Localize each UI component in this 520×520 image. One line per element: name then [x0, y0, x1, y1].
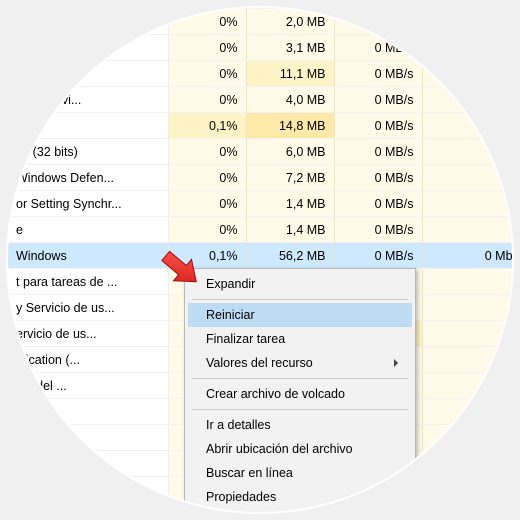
network-cell	[422, 165, 512, 191]
cpu-cell: 0%	[168, 87, 246, 113]
menu-separator	[192, 409, 408, 410]
task-manager-view: 0%2,0 MB0 MB/s0%3,1 MB0 MB/s0%11,1 MB0 M…	[8, 8, 512, 512]
process-name-cell: Windows	[8, 243, 168, 269]
menu-item-search-online[interactable]: Buscar en línea	[188, 461, 412, 485]
memory-cell: 56,2 MB	[246, 243, 334, 269]
process-name-cell	[8, 477, 168, 503]
menu-item-expand[interactable]: Expandir	[188, 272, 412, 296]
network-cell	[422, 269, 512, 295]
table-row[interactable]: 0%3,1 MB0 MB/s	[8, 35, 512, 61]
network-cell	[422, 35, 512, 61]
memory-cell: 1,4 MB	[246, 191, 334, 217]
network-cell	[422, 425, 512, 451]
memory-cell: 6,0 MB	[246, 139, 334, 165]
process-name-cell	[8, 425, 168, 451]
network-cell	[422, 9, 512, 35]
process-name-cell: or Setting Synchr...	[8, 191, 168, 217]
process-name-cell	[8, 451, 168, 477]
process-name-cell: bits)	[8, 113, 168, 139]
network-cell	[422, 113, 512, 139]
disk-cell: 0 MB/s	[334, 87, 422, 113]
network-cell	[422, 61, 512, 87]
network-cell	[422, 477, 512, 503]
table-row[interactable]: bits)0,1%14,8 MB0 MB/s	[8, 113, 512, 139]
memory-cell: 4,0 MB	[246, 87, 334, 113]
process-name-cell	[8, 399, 168, 425]
menu-separator	[192, 378, 408, 379]
network-cell	[422, 87, 512, 113]
cpu-cell: 0%	[168, 191, 246, 217]
memory-cell: 1,4 MB	[246, 217, 334, 243]
process-name-cell: plication (...	[8, 347, 168, 373]
network-cell	[422, 139, 512, 165]
menu-item-open-location[interactable]: Abrir ubicación del archivo	[188, 437, 412, 461]
cpu-cell: 0%	[168, 139, 246, 165]
menu-item-properties[interactable]: Propiedades	[188, 485, 412, 509]
disk-cell: 0 MB/s	[334, 61, 422, 87]
cpu-cell: 0%	[168, 9, 246, 35]
network-cell	[422, 217, 512, 243]
cpu-cell: 0%	[168, 217, 246, 243]
process-name-cell: t para tareas de ...	[8, 269, 168, 295]
disk-cell: 0 MB/s	[334, 165, 422, 191]
menu-item-go-to-details[interactable]: Ir a detalles	[188, 413, 412, 437]
disk-cell: 0 MB/s	[334, 217, 422, 243]
table-row[interactable]: or Setting Synchr...0%1,4 MB0 MB/s	[8, 191, 512, 217]
process-name-cell	[8, 9, 168, 35]
network-cell: 0 Mbp	[422, 243, 512, 269]
cpu-cell: 0,1%	[168, 243, 246, 269]
cpu-cell: 0,1%	[168, 113, 246, 139]
process-name-cell: ve (32 bits)	[8, 139, 168, 165]
network-cell	[422, 295, 512, 321]
cpu-cell: 0%	[168, 35, 246, 61]
memory-cell: 2,0 MB	[246, 9, 334, 35]
disk-cell: 0 MB/s	[334, 243, 422, 269]
network-cell	[422, 451, 512, 477]
process-name-cell: tack Servi...	[8, 87, 168, 113]
menu-separator	[192, 299, 408, 300]
table-row[interactable]: 0%2,0 MB0 MB/s	[8, 9, 512, 35]
menu-item-end-task[interactable]: Finalizar tarea	[188, 327, 412, 351]
network-cell	[422, 373, 512, 399]
disk-cell: 0 MB/s	[334, 35, 422, 61]
process-name-cell	[8, 61, 168, 87]
process-name-cell	[8, 35, 168, 61]
network-cell	[422, 399, 512, 425]
disk-cell: 0 MB/s	[334, 113, 422, 139]
process-name-cell: e	[8, 217, 168, 243]
table-row[interactable]: 0%11,1 MB0 MB/s	[8, 61, 512, 87]
network-cell	[422, 191, 512, 217]
menu-item-create-dump[interactable]: Crear archivo de volcado	[188, 382, 412, 406]
menu-item-restart[interactable]: Reiniciar	[188, 303, 412, 327]
network-cell	[422, 347, 512, 373]
table-row[interactable]: Windows Defen...0%7,2 MB0 MB/s	[8, 165, 512, 191]
disk-cell: 0 MB/s	[334, 139, 422, 165]
cpu-cell: 0%	[168, 165, 246, 191]
process-name-cell: tos del ...	[8, 373, 168, 399]
process-name-cell: y Servicio de us...	[8, 295, 168, 321]
process-name-cell: Windows Defen...	[8, 165, 168, 191]
table-row[interactable]: Windows0,1%56,2 MB0 MB/s0 Mbp	[8, 243, 512, 269]
memory-cell: 11,1 MB	[246, 61, 334, 87]
table-row[interactable]: e0%1,4 MB0 MB/s	[8, 217, 512, 243]
table-row[interactable]: tack Servi...0%4,0 MB0 MB/s	[8, 87, 512, 113]
memory-cell: 14,8 MB	[246, 113, 334, 139]
memory-cell: 7,2 MB	[246, 165, 334, 191]
circular-crop: 0%2,0 MB0 MB/s0%3,1 MB0 MB/s0%11,1 MB0 M…	[8, 8, 512, 512]
cpu-cell: 0%	[168, 61, 246, 87]
memory-cell: 3,1 MB	[246, 35, 334, 61]
disk-cell: 0 MB/s	[334, 9, 422, 35]
network-cell	[422, 321, 512, 347]
menu-item-resource-values[interactable]: Valores del recurso	[188, 351, 412, 375]
context-menu: Expandir Reiniciar Finalizar tarea Valor…	[184, 268, 416, 512]
disk-cell: 0 MB/s	[334, 191, 422, 217]
process-name-cell: ervicio de us...	[8, 321, 168, 347]
table-row[interactable]: ve (32 bits)0%6,0 MB0 MB/s	[8, 139, 512, 165]
